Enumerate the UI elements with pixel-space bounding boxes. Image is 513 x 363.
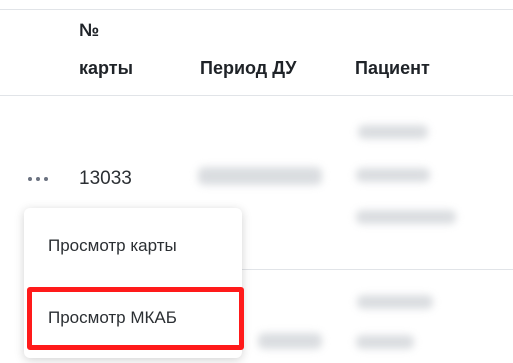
menu-item-view-card[interactable]: Просмотр карты: [24, 236, 242, 256]
redacted-period-cell: [258, 333, 322, 349]
more-horizontal-icon: [28, 177, 32, 181]
column-header-patient: Пациент: [355, 58, 430, 78]
redacted-patient-cell: [356, 210, 456, 224]
redacted-patient-cell: [356, 168, 430, 182]
row-divider: [242, 269, 513, 270]
column-header-period: Период ДУ: [200, 58, 297, 78]
redacted-patient-cell: [356, 335, 414, 349]
table-top-divider: [0, 9, 513, 10]
redacted-period-cell: [198, 167, 322, 185]
more-horizontal-icon: [44, 177, 48, 181]
column-header-card-number: карты: [79, 58, 133, 78]
column-header-card-number-symbol: №: [79, 20, 100, 40]
redacted-patient-cell: [358, 125, 428, 139]
redacted-patient-cell: [357, 295, 433, 309]
row-actions-button[interactable]: [28, 170, 48, 188]
highlight-box: [27, 287, 244, 350]
card-number-cell: 13033: [79, 168, 132, 189]
table-view: № карты Период ДУ Пациент 13033 Просмотр…: [0, 0, 513, 363]
header-divider: [0, 95, 513, 96]
more-horizontal-icon: [36, 177, 40, 181]
